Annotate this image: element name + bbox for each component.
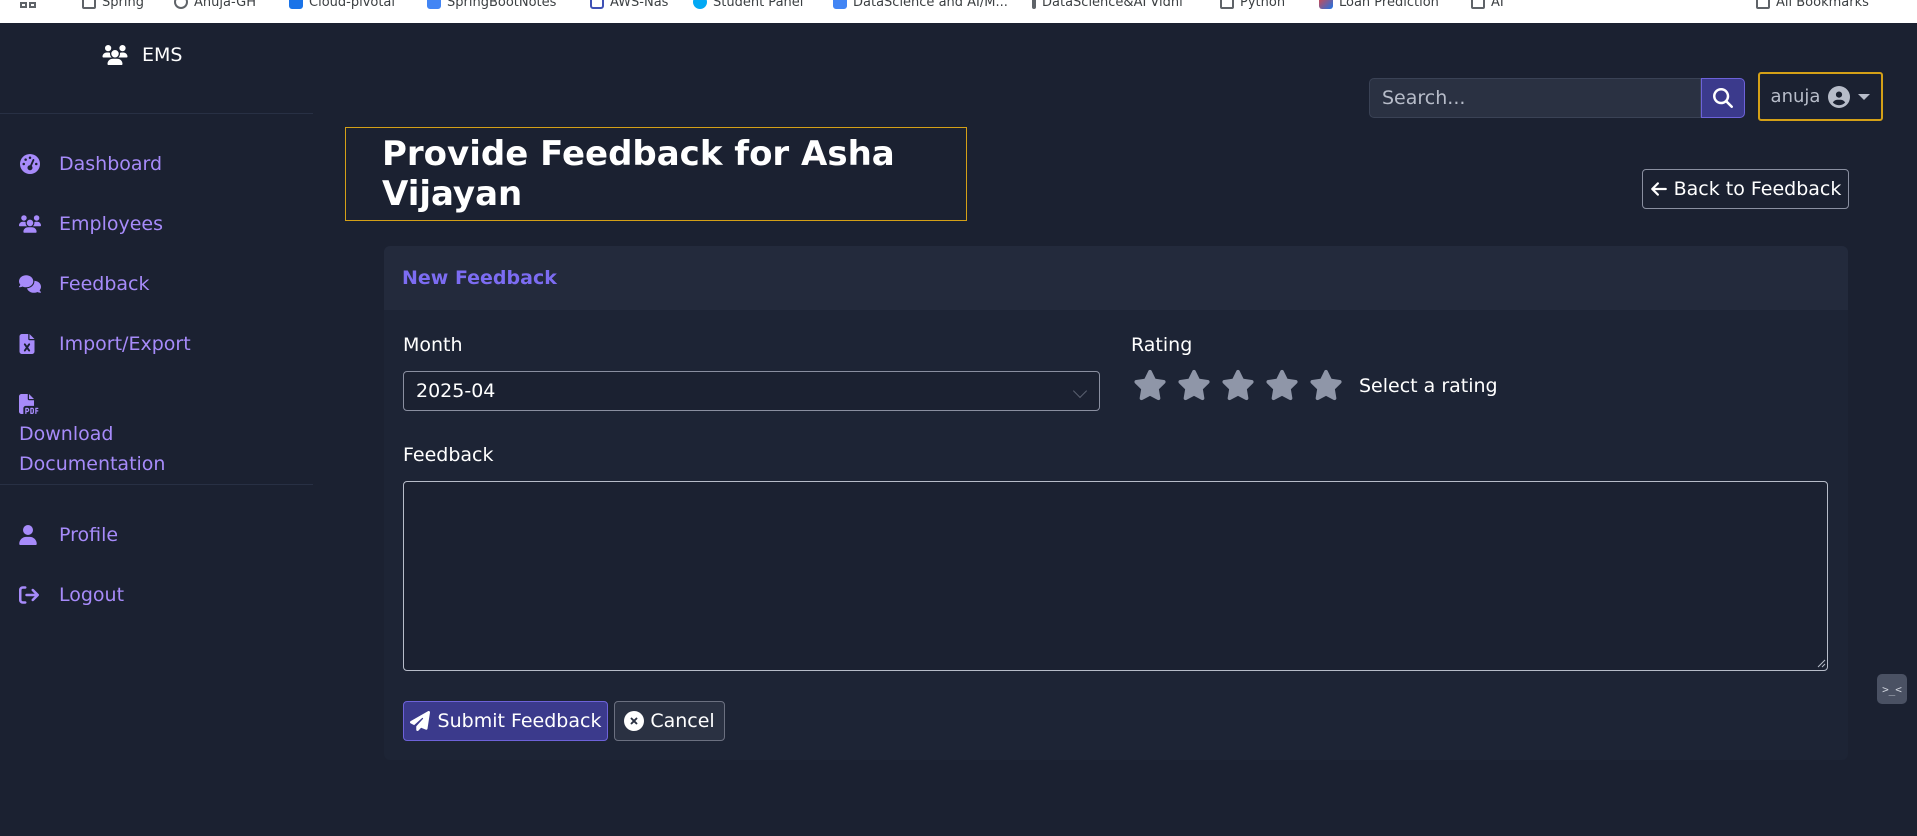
back-button-label: Back to Feedback: [1673, 178, 1842, 200]
dashboard-icon: [19, 149, 59, 179]
logout-icon: [19, 580, 59, 610]
pdf-file-icon: [19, 389, 59, 419]
page-title: Provide Feedback for Asha Vijayan: [382, 134, 895, 214]
users-icon: [19, 209, 59, 239]
month-select[interactable]: 2025-04: [403, 371, 1100, 411]
sidebar-item-dashboard[interactable]: Dashboard: [19, 149, 162, 179]
user-circle-icon: [1828, 85, 1851, 108]
brand-name: EMS: [142, 44, 183, 66]
sidebar-item-employees[interactable]: Employees: [19, 209, 163, 239]
comments-icon: [19, 269, 59, 299]
star-rating: [1133, 368, 1343, 402]
doc-icon: [427, 0, 441, 9]
cancel-button[interactable]: Cancel: [614, 701, 725, 741]
sidebar-item-logout[interactable]: Logout: [19, 580, 124, 610]
divider: [0, 113, 313, 114]
sidebar-item-import-export[interactable]: Import/Export: [19, 329, 191, 359]
sidebar-item-feedback[interactable]: Feedback: [19, 269, 149, 299]
github-icon: [174, 0, 188, 9]
folder-icon: [1220, 0, 1234, 9]
rating-label: Rating: [1131, 334, 1193, 356]
arrow-left-icon: [1650, 182, 1667, 196]
star-icon[interactable]: [1177, 368, 1211, 402]
search-icon: [1713, 88, 1733, 108]
divider: [0, 484, 313, 485]
bookmark-item[interactable]: Anuja-GH: [174, 0, 256, 11]
card-header: New Feedback: [384, 246, 1848, 310]
assistant-widget-button[interactable]: >_<: [1877, 674, 1907, 704]
sidebar-item-download-documentation[interactable]: Download Documentation: [19, 389, 219, 479]
bookmark-item[interactable]: Python: [1220, 0, 1285, 11]
doc-icon: [833, 0, 847, 9]
bookmarks-bar: Spring Anuja-GH Cloud-pivotal SpringBoot…: [0, 0, 1917, 23]
star-icon[interactable]: [1221, 368, 1255, 402]
search-form: [1369, 78, 1745, 118]
chart-icon: [1319, 0, 1333, 9]
star-icon[interactable]: [1309, 368, 1343, 402]
doc-icon: [590, 0, 604, 9]
bookmark-item[interactable]: SpringBootNotes: [427, 0, 556, 11]
cancel-label: Cancel: [650, 710, 715, 732]
month-value: 2025-04: [416, 380, 496, 402]
folder-icon: [82, 0, 96, 9]
page-title-box: Provide Feedback for Asha Vijayan: [345, 127, 967, 221]
feedback-label: Feedback: [403, 444, 494, 466]
bookmark-item[interactable]: Loan Prediction: [1319, 0, 1439, 11]
sidebar-item-label: Import/Export: [59, 333, 191, 355]
apps-grid-icon[interactable]: [20, 0, 38, 8]
sidebar-item-label: Profile: [59, 524, 119, 546]
back-to-feedback-button[interactable]: Back to Feedback: [1642, 169, 1849, 209]
sidebar: EMS Dashboard Employees Feedback Import/…: [0, 23, 313, 836]
chevron-down-icon: [1072, 383, 1088, 399]
users-icon: [102, 45, 128, 65]
sidebar-item-label: Logout: [59, 584, 125, 606]
star-icon[interactable]: [1133, 368, 1167, 402]
bookmark-item[interactable]: DataScience and AI/M...: [833, 0, 1008, 11]
submit-label: Submit Feedback: [437, 710, 602, 732]
bookmark-item[interactable]: Cloud-pivotal: [289, 0, 395, 11]
folder-icon: [1756, 0, 1770, 9]
bookmark-item[interactable]: Spring: [82, 0, 144, 11]
star-icon[interactable]: [1265, 368, 1299, 402]
sidebar-item-label: Dashboard: [59, 153, 163, 175]
all-bookmarks[interactable]: All Bookmarks: [1756, 0, 1869, 11]
sidebar-item-label: Feedback: [59, 273, 150, 295]
bookmark-item[interactable]: DataScience&AI Vidhi: [1032, 0, 1183, 11]
sidebar-item-label: Employees: [59, 213, 163, 235]
bookmark-item[interactable]: AWS-Nas: [590, 0, 668, 11]
bookmark-icon: [289, 0, 303, 9]
sidebar-item-label: Download Documentation: [19, 423, 166, 475]
resize-grip-icon[interactable]: [1817, 659, 1826, 668]
times-circle-icon: [624, 711, 645, 731]
bookmark-icon: [1032, 0, 1036, 9]
feedback-textarea[interactable]: [403, 481, 1828, 671]
bookmark-item[interactable]: Student Panel: [693, 0, 803, 11]
user-icon: [19, 520, 59, 550]
month-label: Month: [403, 334, 463, 356]
sidebar-item-profile[interactable]: Profile: [19, 520, 118, 550]
excel-file-icon: [19, 329, 59, 359]
user-menu-button[interactable]: anuja: [1758, 72, 1883, 121]
search-button[interactable]: [1701, 78, 1745, 118]
search-input[interactable]: [1369, 78, 1701, 118]
bookmark-item[interactable]: AI: [1471, 0, 1504, 11]
globe-icon: [693, 0, 707, 9]
user-name: anuja: [1770, 86, 1821, 107]
rating-hint: Select a rating: [1359, 375, 1498, 397]
folder-icon: [1471, 0, 1485, 9]
brand[interactable]: EMS: [102, 44, 182, 66]
chevron-down-icon: [1858, 93, 1871, 100]
submit-feedback-button[interactable]: Submit Feedback: [403, 701, 608, 741]
paper-plane-icon: [409, 711, 430, 731]
card-title: New Feedback: [402, 267, 557, 289]
